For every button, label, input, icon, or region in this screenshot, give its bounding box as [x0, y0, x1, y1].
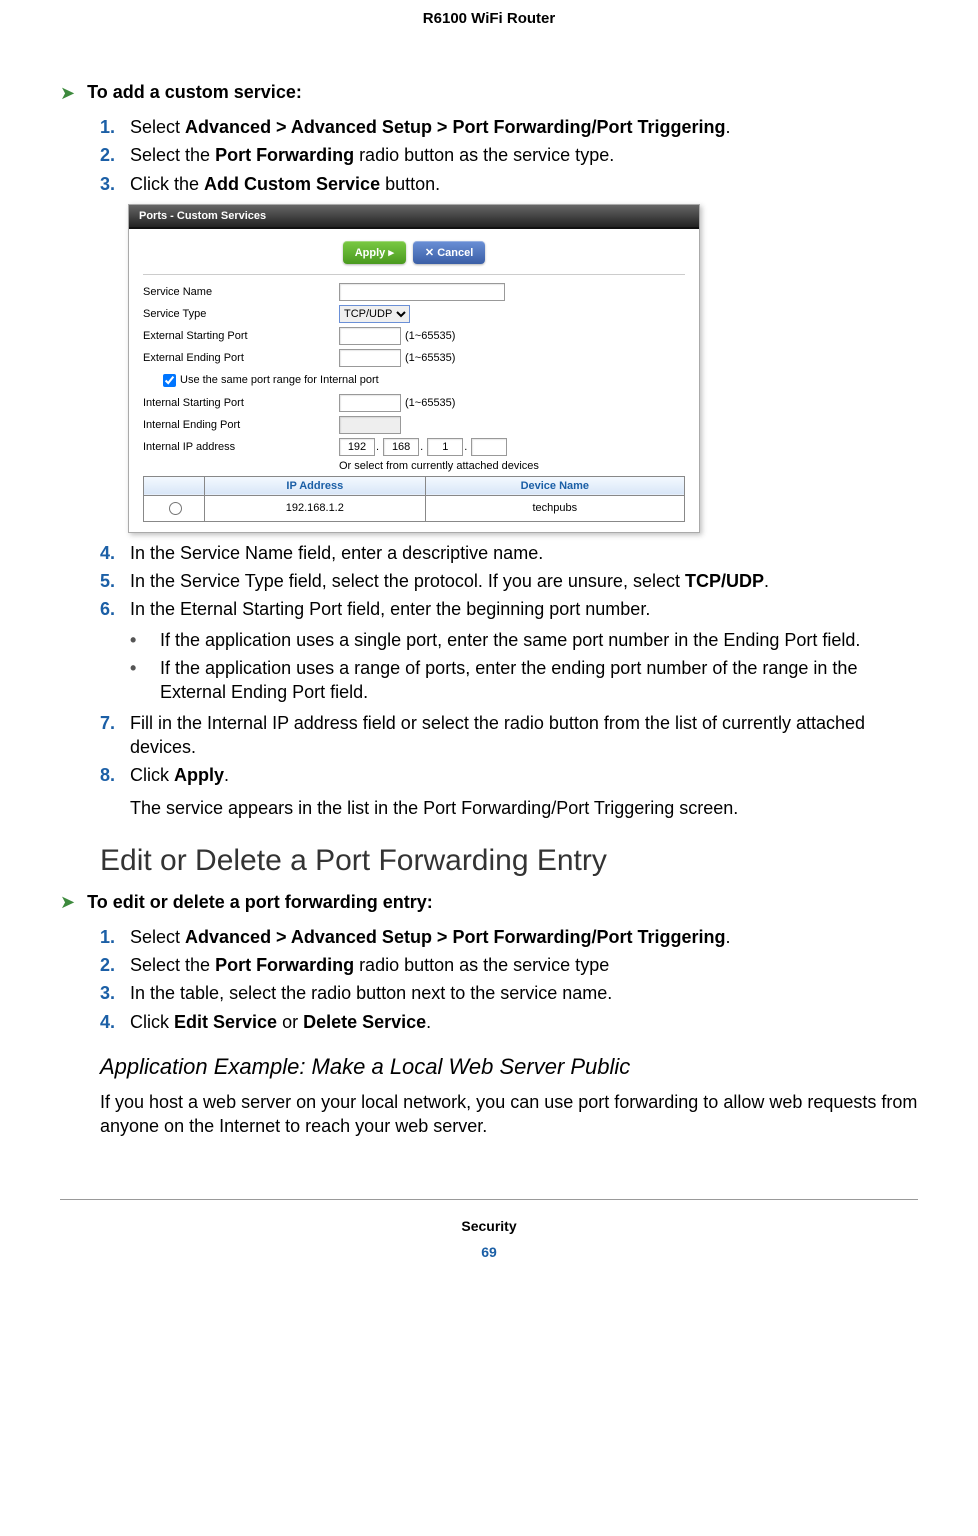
- col-device-name: Device Name: [425, 476, 684, 495]
- step-2: 2.Select the Port Forwarding radio butto…: [100, 143, 918, 167]
- device-ip: 192.168.1.2: [205, 495, 426, 521]
- steps-list-1b: 4.In the Service Name field, enter a des…: [60, 541, 918, 622]
- button-row: Apply ▸ ✕ Cancel: [129, 229, 699, 274]
- ip-octet-3[interactable]: [427, 438, 463, 456]
- row-ext-start: External Starting Port (1~65535): [143, 325, 685, 347]
- bullet-list: •If the application uses a single port, …: [60, 628, 918, 705]
- ext-end-input[interactable]: [339, 349, 401, 367]
- ip-octet-4[interactable]: [471, 438, 507, 456]
- row-int-end: Internal Ending Port: [143, 414, 685, 436]
- col-ip-address: IP Address: [205, 476, 426, 495]
- ip-octet-1[interactable]: [339, 438, 375, 456]
- subsection-paragraph: If you host a web server on your local n…: [100, 1090, 918, 1139]
- step-2b: 2.Select the Port Forwarding radio butto…: [100, 953, 918, 977]
- row-internal-ip: Internal IP address . . .: [143, 436, 685, 458]
- procedure-title: To add a custom service:: [87, 82, 302, 103]
- page-footer: Security 69: [60, 1199, 918, 1260]
- step-3b: 3.In the table, select the radio button …: [100, 981, 918, 1005]
- cancel-button[interactable]: ✕ Cancel: [413, 241, 485, 264]
- footer-chapter: Security: [60, 1218, 918, 1234]
- ext-start-input[interactable]: [339, 327, 401, 345]
- footer-page-number: 69: [60, 1244, 918, 1260]
- arrow-icon: ➤: [60, 84, 75, 102]
- row-ext-end: External Ending Port (1~65535): [143, 347, 685, 369]
- row-service-name: Service Name: [143, 281, 685, 303]
- steps-list-2: 1.Select Advanced > Advanced Setup > Por…: [60, 925, 918, 1034]
- form-area: Service Name Service Type TCP/UDP Extern…: [129, 274, 699, 532]
- steps-list-1c: 7.Fill in the Internal IP address field …: [60, 711, 918, 788]
- subsection-heading: Application Example: Make a Local Web Se…: [100, 1054, 918, 1080]
- service-name-input[interactable]: [339, 283, 505, 301]
- device-name: techpubs: [425, 495, 684, 521]
- procedure-heading-2: ➤ To edit or delete a port forwarding en…: [60, 892, 918, 913]
- procedure-heading-1: ➤ To add a custom service:: [60, 82, 918, 103]
- int-end-input: [339, 416, 401, 434]
- screenshot-ports-custom-services: Ports - Custom Services Apply ▸ ✕ Cancel…: [128, 204, 700, 533]
- step-1: 1.Select Advanced > Advanced Setup > Por…: [100, 115, 918, 139]
- int-start-input[interactable]: [339, 394, 401, 412]
- step-8-note: The service appears in the list in the P…: [130, 796, 918, 820]
- apply-button[interactable]: Apply ▸: [343, 241, 406, 264]
- step-4: 4.In the Service Name field, enter a des…: [100, 541, 918, 565]
- steps-list-1: 1.Select Advanced > Advanced Setup > Por…: [60, 115, 918, 196]
- step-8: 8.Click Apply.: [100, 763, 918, 787]
- arrow-icon: ➤: [60, 893, 75, 911]
- attached-devices-table: IP Address Device Name 192.168.1.2 techp…: [143, 476, 685, 522]
- bullet-2: •If the application uses a range of port…: [130, 656, 918, 705]
- section-heading: Edit or Delete a Port Forwarding Entry: [100, 844, 918, 878]
- window-titlebar: Ports - Custom Services: [129, 205, 699, 229]
- step-3: 3.Click the Add Custom Service button.: [100, 172, 918, 196]
- procedure-title: To edit or delete a port forwarding entr…: [87, 892, 433, 913]
- bullet-1: •If the application uses a single port, …: [130, 628, 918, 652]
- step-7: 7.Fill in the Internal IP address field …: [100, 711, 918, 760]
- row-int-start: Internal Starting Port (1~65535): [143, 392, 685, 414]
- device-select-radio[interactable]: [169, 502, 182, 515]
- page-content: ➤ To add a custom service: 1.Select Adva…: [0, 82, 978, 1139]
- service-type-select[interactable]: TCP/UDP: [339, 305, 410, 323]
- ip-octet-2[interactable]: [383, 438, 419, 456]
- row-same-port-checkbox: Use the same port range for Internal por…: [143, 369, 685, 392]
- step-5: 5.In the Service Type field, select the …: [100, 569, 918, 593]
- document-header: R6100 WiFi Router: [0, 0, 978, 82]
- step-4b: 4.Click Edit Service or Delete Service.: [100, 1010, 918, 1034]
- or-select-note: Or select from currently attached device…: [339, 458, 685, 472]
- step-1b: 1.Select Advanced > Advanced Setup > Por…: [100, 925, 918, 949]
- step-6: 6.In the Eternal Starting Port field, en…: [100, 597, 918, 621]
- row-service-type: Service Type TCP/UDP: [143, 303, 685, 325]
- device-row: 192.168.1.2 techpubs: [144, 495, 685, 521]
- same-port-checkbox[interactable]: [163, 374, 176, 387]
